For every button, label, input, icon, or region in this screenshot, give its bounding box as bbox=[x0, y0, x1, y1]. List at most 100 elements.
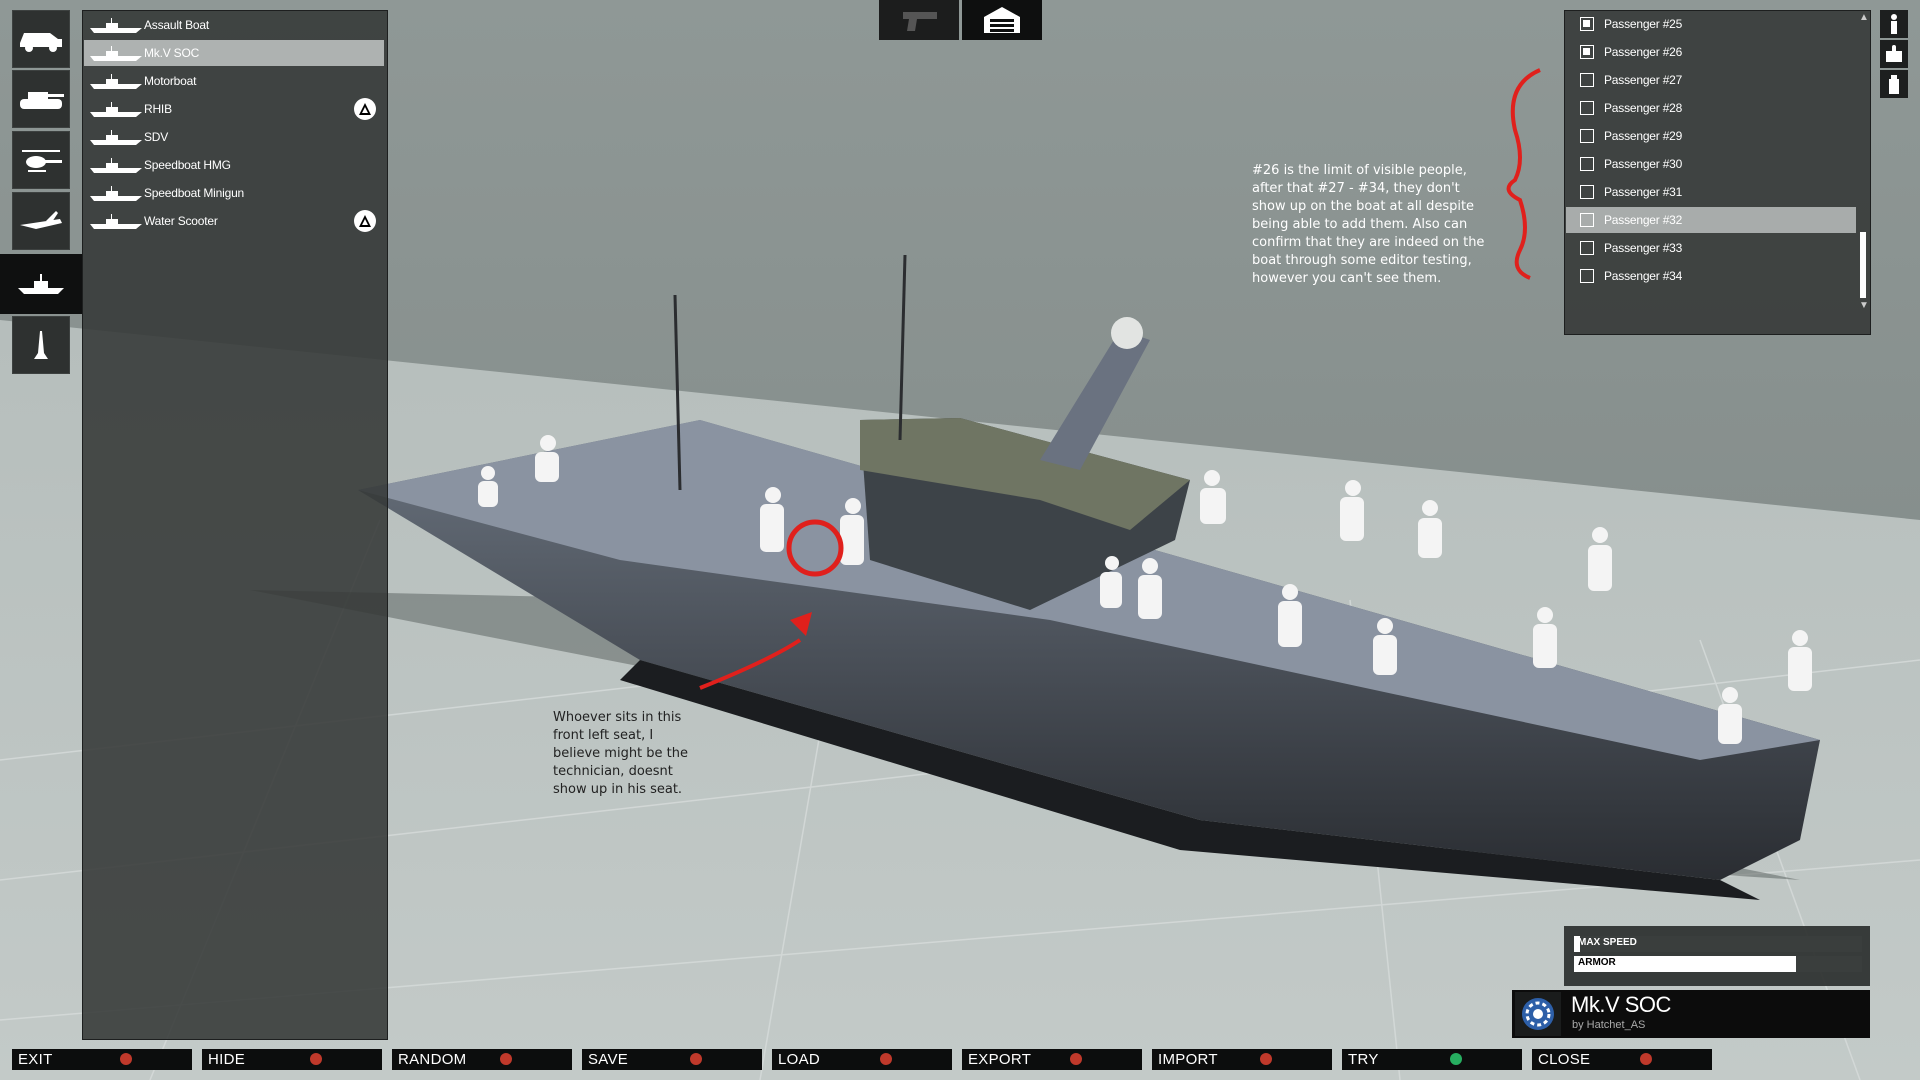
vehicle-item[interactable]: Speedboat HMG bbox=[84, 152, 384, 178]
vehicle-item[interactable]: Assault Boat bbox=[84, 12, 384, 38]
passenger-row[interactable]: Passenger #31 bbox=[1566, 179, 1856, 205]
passenger-row[interactable]: Passenger #34 bbox=[1566, 263, 1856, 289]
category-static-button[interactable] bbox=[12, 316, 70, 374]
bottom-button-label: SAVE bbox=[588, 1051, 629, 1068]
try-button[interactable]: TRY bbox=[1342, 1049, 1522, 1070]
close-button[interactable]: CLOSE bbox=[1532, 1049, 1712, 1070]
vehicle-item-label: Assault Boat bbox=[144, 18, 209, 32]
vehicle-item[interactable]: Speedboat Minigun bbox=[84, 180, 384, 206]
key-hint-icon bbox=[1640, 1053, 1652, 1065]
annotation-passenger-limit: #26 is the limit of visible people, afte… bbox=[1252, 163, 1485, 286]
exit-button[interactable]: EXIT bbox=[12, 1049, 192, 1070]
vehicle-item[interactable]: RHIB bbox=[84, 96, 384, 122]
vehicle-item[interactable]: Water Scooter bbox=[84, 208, 384, 234]
vehicle-item[interactable]: Mk.V SOC bbox=[84, 40, 384, 66]
annotation-technician-seat: Whoever sits in this front left seat, I … bbox=[553, 710, 689, 797]
passenger-row[interactable]: Passenger #32 bbox=[1566, 207, 1856, 233]
vehicle-item-label: RHIB bbox=[144, 102, 172, 116]
vehicle-info-panel bbox=[1512, 990, 1870, 1038]
dlc-icon[interactable] bbox=[354, 210, 376, 232]
export-button[interactable]: EXPORT bbox=[962, 1049, 1142, 1070]
passenger-row[interactable]: Passenger #28 bbox=[1566, 95, 1856, 121]
boat-icon bbox=[90, 74, 142, 89]
armor-label: ARMOR bbox=[1578, 957, 1616, 968]
passenger-checkbox[interactable] bbox=[1580, 45, 1594, 59]
scroll-up-icon[interactable]: ▲ bbox=[1859, 12, 1869, 23]
key-hint-icon bbox=[310, 1053, 322, 1065]
passenger-checkbox[interactable] bbox=[1580, 241, 1594, 255]
puzzle-icon bbox=[1886, 45, 1902, 62]
passenger-row[interactable]: Passenger #27 bbox=[1566, 67, 1856, 93]
category-armor-button[interactable] bbox=[12, 70, 70, 128]
passenger-label: Passenger #27 bbox=[1604, 73, 1683, 87]
boat-icon bbox=[90, 186, 142, 201]
bottom-action-bar: EXIT HIDE RANDOM SAVE LOAD EXPORT IMPORT TRY CLO… bbox=[0, 1048, 1920, 1080]
vehicle-item[interactable]: SDV bbox=[84, 124, 384, 150]
scroll-down-icon[interactable]: ▼ bbox=[1859, 300, 1869, 311]
passenger-row[interactable]: Passenger #33 bbox=[1566, 235, 1856, 261]
passenger-label: Passenger #29 bbox=[1604, 129, 1683, 143]
boat-icon bbox=[90, 102, 142, 117]
passenger-checkbox[interactable] bbox=[1580, 129, 1594, 143]
passenger-row[interactable]: Passenger #29 bbox=[1566, 123, 1856, 149]
passenger-checkbox[interactable] bbox=[1580, 157, 1594, 171]
components-icon-button[interactable] bbox=[1880, 40, 1908, 68]
import-button[interactable]: IMPORT bbox=[1152, 1049, 1332, 1070]
passenger-label: Passenger #26 bbox=[1604, 45, 1683, 59]
vehicle-item-label: Mk.V SOC bbox=[144, 46, 200, 60]
max-speed-label: MAX SPEED bbox=[1578, 937, 1637, 948]
boat-icon bbox=[90, 158, 142, 173]
armor-stat: ARMOR bbox=[1574, 956, 1862, 972]
hide-button[interactable]: HIDE bbox=[202, 1049, 382, 1070]
bottom-button-label: TRY bbox=[1348, 1051, 1379, 1068]
faction-logo bbox=[1515, 992, 1561, 1036]
vehicle-item[interactable]: Motorboat bbox=[84, 68, 384, 94]
passenger-scroll-thumb[interactable] bbox=[1860, 232, 1866, 298]
key-hint-icon bbox=[880, 1053, 892, 1065]
max-speed-stat: MAX SPEED bbox=[1574, 936, 1862, 952]
passenger-checkbox[interactable] bbox=[1580, 269, 1594, 283]
passenger-label: Passenger #32 bbox=[1604, 213, 1683, 227]
random-button[interactable]: RANDOM bbox=[392, 1049, 572, 1070]
boat-icon bbox=[90, 214, 142, 229]
tank-icon bbox=[20, 92, 64, 109]
load-button[interactable]: LOAD bbox=[772, 1049, 952, 1070]
passenger-label: Passenger #31 bbox=[1604, 185, 1683, 199]
car-icon bbox=[20, 33, 62, 52]
key-hint-icon bbox=[1450, 1053, 1462, 1065]
passenger-checkbox[interactable] bbox=[1580, 101, 1594, 115]
passenger-row[interactable]: Passenger #26 bbox=[1566, 39, 1856, 65]
category-cars-button[interactable] bbox=[12, 10, 70, 68]
category-helicopters-button[interactable] bbox=[12, 131, 70, 189]
boat-icon bbox=[90, 18, 142, 33]
save-button[interactable]: SAVE bbox=[582, 1049, 762, 1070]
person-icon bbox=[1891, 14, 1897, 34]
weapon-tab[interactable] bbox=[879, 0, 959, 40]
key-hint-icon bbox=[500, 1053, 512, 1065]
helicopter-icon bbox=[22, 150, 62, 172]
passenger-checkbox[interactable] bbox=[1580, 17, 1594, 31]
passenger-row[interactable]: Passenger #30 bbox=[1566, 151, 1856, 177]
canister-icon bbox=[1889, 75, 1899, 94]
passenger-label: Passenger #25 bbox=[1604, 17, 1683, 31]
passenger-label: Passenger #28 bbox=[1604, 101, 1683, 115]
passenger-row[interactable]: Passenger #25 bbox=[1566, 11, 1856, 37]
vehicle-item-label: Water Scooter bbox=[144, 214, 218, 228]
dlc-icon[interactable] bbox=[354, 98, 376, 120]
category-planes-button[interactable] bbox=[12, 192, 70, 250]
bottom-button-label: HIDE bbox=[208, 1051, 246, 1068]
crew-icon-button[interactable] bbox=[1880, 10, 1908, 38]
passenger-checkbox[interactable] bbox=[1580, 213, 1594, 227]
boat-icon bbox=[90, 46, 142, 61]
fuel-icon-button[interactable] bbox=[1880, 70, 1908, 98]
passenger-label: Passenger #30 bbox=[1604, 157, 1683, 171]
boat-icon bbox=[90, 130, 142, 145]
garage-tab[interactable] bbox=[962, 0, 1042, 40]
passenger-checkbox[interactable] bbox=[1580, 73, 1594, 87]
category-boats-button[interactable] bbox=[0, 254, 82, 314]
bottom-button-label: LOAD bbox=[778, 1051, 821, 1068]
boat-icon bbox=[18, 274, 64, 294]
key-hint-icon bbox=[690, 1053, 702, 1065]
key-hint-icon bbox=[120, 1053, 132, 1065]
passenger-checkbox[interactable] bbox=[1580, 185, 1594, 199]
